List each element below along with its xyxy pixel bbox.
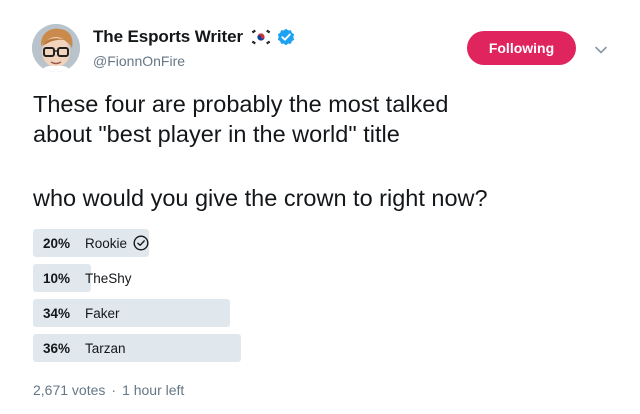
verified-badge-icon <box>277 28 295 46</box>
poll-option-label: Faker <box>85 305 120 321</box>
author-block: The Esports Writer @FionnOnFire <box>93 26 295 69</box>
poll-option-label-row: 10% TheShy <box>43 264 132 292</box>
poll-option[interactable]: 36% Tarzan <box>33 334 593 362</box>
tweet-text-line: about "best player in the world" title <box>33 121 400 147</box>
poll-option-label-row: 34% Faker <box>43 299 120 327</box>
poll-vote-count: 2,671 votes <box>33 382 106 398</box>
check-circle-icon <box>133 235 149 251</box>
poll-option[interactable]: 34% Faker <box>33 299 593 327</box>
chevron-down-icon[interactable] <box>594 42 608 54</box>
poll-option-percent: 20% <box>43 235 71 251</box>
poll-option-label-row: 20% Rookie <box>43 229 149 257</box>
poll: 20% Rookie 10% TheShy 34% Faker 36% Tarz… <box>33 229 593 369</box>
tweet-text-line: who would you give the crown to right no… <box>33 185 488 211</box>
poll-option[interactable]: 20% Rookie <box>33 229 593 257</box>
poll-meta: 2,671 votes · 1 hour left <box>33 382 184 398</box>
poll-option-label: TheShy <box>85 270 132 286</box>
following-button[interactable]: Following <box>467 31 576 65</box>
poll-option-label: Rookie <box>85 235 128 251</box>
poll-time-left: 1 hour left <box>122 382 185 398</box>
poll-option-label-row: 36% Tarzan <box>43 334 126 362</box>
tweet-text-spacer <box>33 149 623 183</box>
avatar[interactable] <box>32 24 80 72</box>
author-name[interactable]: The Esports Writer <box>93 27 243 47</box>
tweet-card: The Esports Writer @FionnOnFire Followin… <box>0 0 640 414</box>
south-korea-flag-icon <box>249 29 272 45</box>
poll-option[interactable]: 10% TheShy <box>33 264 593 292</box>
tweet-text: These four are probably the most talked … <box>33 89 623 213</box>
poll-meta-separator: · <box>111 382 117 398</box>
author-handle[interactable]: @FionnOnFire <box>93 53 295 69</box>
author-name-row: The Esports Writer <box>93 26 295 48</box>
poll-option-label: Tarzan <box>85 340 126 356</box>
tweet-text-line: These four are probably the most talked <box>33 91 449 117</box>
poll-option-percent: 10% <box>43 270 71 286</box>
poll-option-percent: 36% <box>43 340 71 356</box>
poll-option-percent: 34% <box>43 305 71 321</box>
